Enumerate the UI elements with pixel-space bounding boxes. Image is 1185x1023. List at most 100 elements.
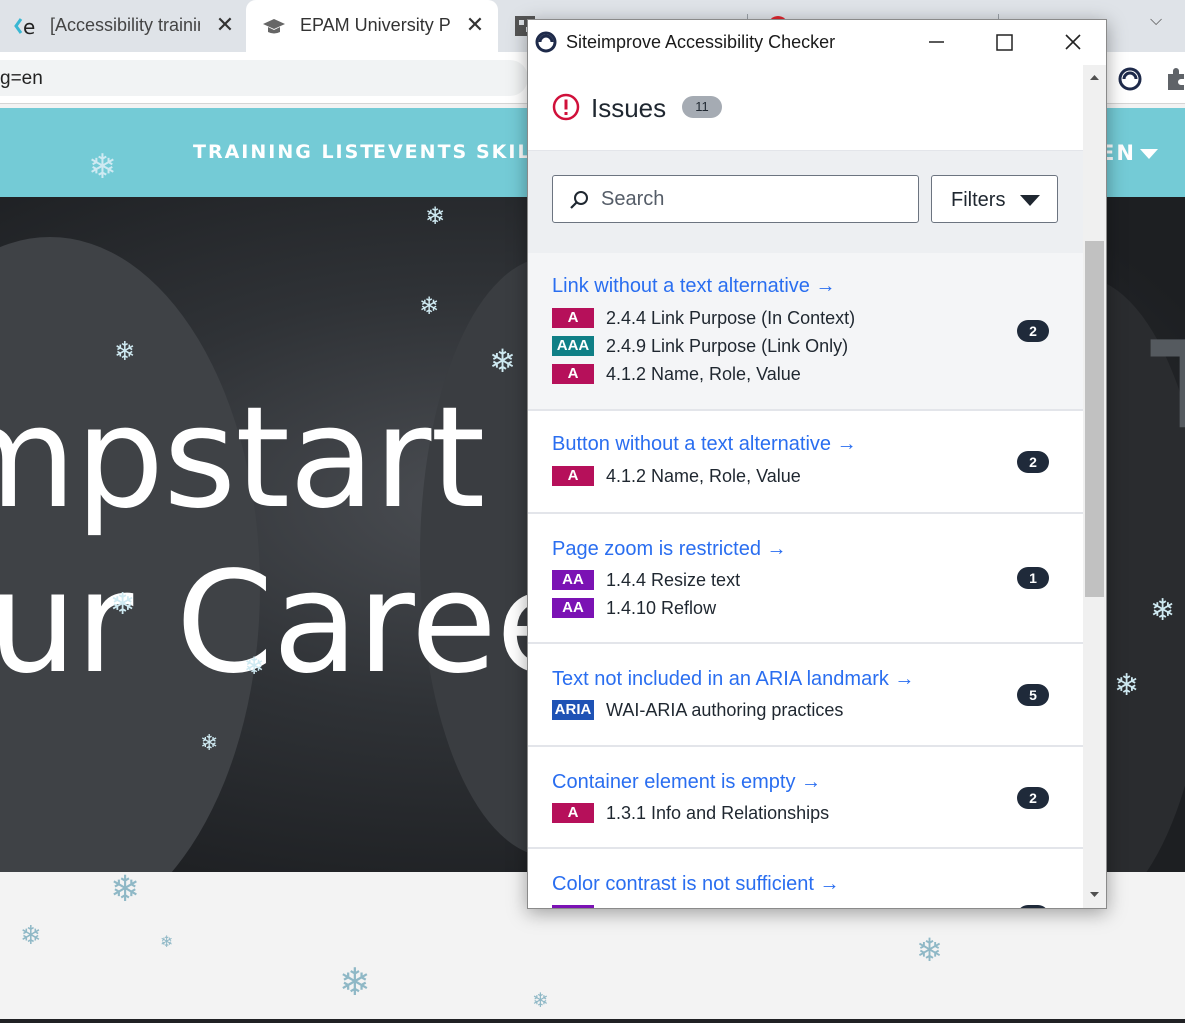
- level-badge: ARIA: [552, 700, 594, 720]
- criterion-row: A 4.1.2 Name, Role, Value: [552, 466, 801, 486]
- level-badge: A: [552, 466, 594, 486]
- snowflake-icon: ❄: [110, 587, 136, 622]
- criterion-text: 1.4.10 Reflow: [606, 597, 717, 618]
- snowflake-icon: ❄: [1114, 668, 1140, 703]
- criterion-text: 1.3.1 Info and Relationships: [606, 802, 830, 823]
- criterion-text: 1.4.4 Resize text: [606, 569, 741, 590]
- nav-events[interactable]: EVENTS: [373, 141, 468, 163]
- snowflake-icon: ❄: [339, 960, 371, 1004]
- tab-search-chevron-icon[interactable]: ⌵: [1150, 12, 1162, 30]
- issue-title-link[interactable]: Color contrast is not sufficient →: [552, 873, 840, 896]
- scroll-up-arrow-icon[interactable]: [1083, 69, 1106, 85]
- taskbar-edge: [0, 1019, 1185, 1023]
- snowflake-icon: ❄: [532, 988, 549, 1012]
- criterion-row: A 1.3.1 Info and Relationships: [552, 803, 829, 823]
- search-input[interactable]: [601, 184, 901, 214]
- issues-count-badge: 11: [682, 96, 722, 118]
- close-tab-icon[interactable]: ✕: [462, 12, 488, 38]
- criterion-row: ARIA WAI-ARIA authoring practices: [552, 700, 843, 720]
- snowflake-icon: ❄: [419, 292, 440, 320]
- criterion-row: A 2.4.4 Link Purpose (In Context): [552, 308, 855, 328]
- occurrence-count-badge: 2: [1017, 787, 1049, 809]
- issues-header: Issues 11: [528, 65, 1083, 151]
- issue-item[interactable]: Container element is empty → A 1.3.1 Inf…: [528, 747, 1083, 849]
- criterion-row: AAA 2.4.9 Link Purpose (Link Only): [552, 336, 848, 356]
- filters-label: Filters: [951, 189, 1006, 211]
- snowflake-icon: ❄: [114, 337, 136, 367]
- snowflake-icon: ❄: [160, 932, 174, 951]
- issue-title-link[interactable]: Text not included in an ARIA landmark →: [552, 668, 914, 691]
- occurrence-count-badge: [1017, 905, 1049, 908]
- criterion-text: WAI-ARIA authoring practices: [606, 699, 844, 720]
- nav-skills[interactable]: SKIL: [476, 141, 532, 163]
- checker-panel: Issues 11 Filters Link without a text al…: [528, 65, 1083, 908]
- level-badge: AA: [552, 905, 594, 908]
- criterion-row: AA 1.4.10 Reflow: [552, 598, 716, 618]
- snowflake-icon: ❄: [20, 921, 42, 951]
- siteimprove-logo-icon: [535, 31, 557, 53]
- maximize-icon[interactable]: [973, 20, 1033, 65]
- browser-tab-accessibility[interactable]: e [Accessibility trainin ✕: [0, 0, 246, 52]
- scroll-down-arrow-icon[interactable]: [1083, 887, 1106, 903]
- level-badge: AAA: [552, 336, 594, 356]
- snowflake-icon: ❄: [88, 147, 117, 187]
- issue-item[interactable]: Link without a text alternative → A 2.4.…: [528, 253, 1083, 411]
- nav-training-list[interactable]: TRAINING LIST: [193, 141, 375, 163]
- issue-item[interactable]: Button without a text alternative → A 4.…: [528, 411, 1083, 514]
- snowflake-icon: ❄: [200, 731, 219, 756]
- scrollbar-thumb[interactable]: [1085, 241, 1104, 597]
- criterion-text: 4.1.2 Name, Role, Value: [606, 363, 801, 384]
- issues-title: Issues: [591, 93, 667, 123]
- level-badge: A: [552, 364, 594, 384]
- occurrence-count-badge: 2: [1017, 320, 1049, 342]
- issue-list: Link without a text alternative → A 2.4.…: [528, 253, 1083, 908]
- snowflake-icon: ❄: [110, 869, 141, 910]
- issue-title-link[interactable]: Page zoom is restricted →: [552, 538, 787, 561]
- issues-toolbar: Filters: [528, 151, 1083, 253]
- close-window-icon[interactable]: [1042, 20, 1102, 65]
- snowflake-icon: ❄: [489, 342, 516, 380]
- issue-title-link[interactable]: Link without a text alternative →: [552, 275, 835, 298]
- occurrence-count-badge: 5: [1017, 684, 1049, 706]
- occurrence-count-badge: 2: [1017, 451, 1049, 473]
- language-caret-icon: [1140, 149, 1158, 159]
- tab-title: EPAM University Pro: [300, 15, 450, 35]
- criterion-row: AA 1.4.4 Resize text: [552, 570, 740, 590]
- issue-item[interactable]: Text not included in an ARIA landmark → …: [528, 644, 1083, 747]
- caret-down-icon: [1020, 195, 1040, 206]
- window-title: Siteimprove Accessibility Checker: [566, 32, 836, 52]
- issue-title-link[interactable]: Button without a text alternative →: [552, 433, 857, 456]
- extensions-puzzle-icon[interactable]: [1164, 66, 1185, 92]
- snowflake-icon: ❄: [1150, 593, 1176, 628]
- criterion-row: A 4.1.2 Name, Role, Value: [552, 364, 801, 384]
- snowflake-icon: ❄: [244, 652, 265, 680]
- filters-button[interactable]: Filters: [931, 175, 1058, 223]
- level-badge: AA: [552, 598, 594, 618]
- graduation-cap-icon: [263, 19, 285, 34]
- url-field[interactable]: g=en: [0, 60, 528, 96]
- level-badge: AA: [552, 570, 594, 590]
- criterion-text: 4.1.2 Name, Role, Value: [606, 465, 801, 486]
- snowflake-icon: ❄: [916, 931, 943, 969]
- vertical-scrollbar[interactable]: [1083, 65, 1106, 908]
- window-titlebar[interactable]: Siteimprove Accessibility Checker: [528, 20, 1106, 65]
- browser-tab-epam-university[interactable]: EPAM University Pro ✕: [246, 0, 498, 52]
- siteimprove-extension-icon[interactable]: [1118, 67, 1142, 91]
- snowflake-icon: ❄: [425, 202, 446, 230]
- issue-alert-icon: [552, 93, 580, 121]
- criterion-text: 2.4.9 Link Purpose (Link Only): [606, 335, 849, 356]
- level-badge: A: [552, 308, 594, 328]
- epam-e-icon: e: [14, 15, 35, 38]
- svg-text:e: e: [23, 15, 35, 38]
- occurrence-count-badge: 1: [1017, 567, 1049, 589]
- level-badge: A: [552, 803, 594, 823]
- minimize-icon[interactable]: [906, 20, 966, 65]
- hero-side-text: TI: [1150, 317, 1185, 456]
- issue-item[interactable]: Page zoom is restricted → AA 1.4.4 Resiz…: [528, 514, 1083, 644]
- search-box[interactable]: [552, 175, 919, 223]
- issue-title-link[interactable]: Container element is empty →: [552, 771, 821, 794]
- criterion-row: AA: [552, 905, 606, 908]
- criterion-text: 2.4.4 Link Purpose (In Context): [606, 307, 856, 328]
- close-tab-icon[interactable]: ✕: [212, 12, 238, 38]
- issue-item[interactable]: Color contrast is not sufficient → AA: [528, 849, 1083, 908]
